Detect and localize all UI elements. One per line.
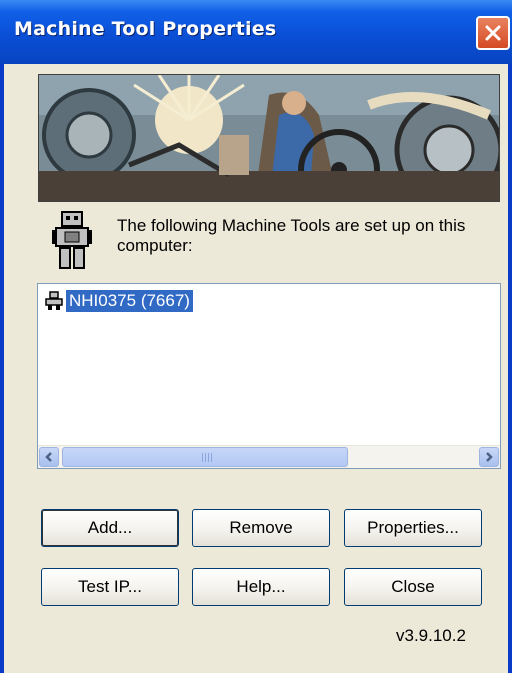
- close-icon: [485, 25, 501, 41]
- chevron-left-icon: [45, 452, 52, 462]
- version-label: v3.9.10.2: [396, 626, 466, 645]
- horizontal-scrollbar[interactable]: [38, 445, 500, 468]
- machine-tool-list[interactable]: NHI0375 (7667): [37, 283, 501, 469]
- banner-image: [38, 74, 500, 202]
- help-button[interactable]: Help...: [192, 568, 330, 606]
- info-text: The following Machine Tools are set up o…: [117, 216, 466, 255]
- add-button[interactable]: Add...: [41, 509, 179, 547]
- robot-icon: [45, 291, 63, 310]
- scroll-left-button[interactable]: [39, 447, 59, 467]
- robot-icon: [52, 211, 92, 269]
- list-item-label: NHI0375 (7667): [66, 290, 193, 312]
- title-bar[interactable]: Machine Tool Properties: [0, 0, 512, 64]
- list-item[interactable]: NHI0375 (7667): [44, 290, 193, 312]
- grip-icon: [202, 453, 212, 462]
- dialog-window: Machine Tool Properties The following Ma…: [0, 0, 512, 673]
- remove-button[interactable]: Remove: [192, 509, 330, 547]
- close-window-button[interactable]: [476, 16, 510, 50]
- scrollbar-thumb[interactable]: [62, 447, 348, 467]
- scroll-right-button[interactable]: [479, 447, 499, 467]
- test-ip-button[interactable]: Test IP...: [41, 568, 179, 606]
- window-title: Machine Tool Properties: [14, 18, 277, 40]
- properties-button[interactable]: Properties...: [344, 509, 482, 547]
- close-button[interactable]: Close: [344, 568, 482, 606]
- chevron-right-icon: [486, 452, 493, 462]
